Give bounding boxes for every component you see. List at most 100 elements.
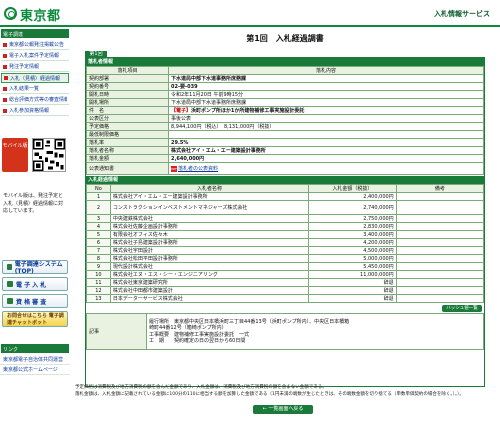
info-value: 8,944,100円（税込） 8,131,000円（税抜） (168, 122, 484, 131)
info-label: 公表区分 (86, 114, 169, 123)
sidebar-item[interactable]: 総合評価方式等の審査情報 (1, 95, 69, 105)
bid-name: 株式会社アイ・エム・エー建築設計事務所 (109, 192, 310, 201)
bid-no: 2 (86, 200, 111, 215)
sidebar-item[interactable]: 入札結果一覧 (1, 84, 69, 94)
bid-no: 1 (86, 192, 111, 201)
bid-no: 12 (86, 286, 111, 295)
info-value-text: 2,640,000円 (171, 156, 205, 162)
memo-content: 履行場所 東京都中央区日本橋浜町三丁目44番13号（浜町ポンプ所内）、中央区日本… (146, 313, 484, 350)
bid-name: 株式会社宇田設計 (109, 246, 310, 255)
result-frame: 落札者情報 落札項目 落札内容 契約部署 下水道局中部下水道事務所庶務課 契約番号 0… (85, 57, 485, 387)
info-header-item: 落札項目 (86, 66, 169, 75)
bid-amount: 5,000,000円 (308, 254, 397, 263)
info-row: 契約部署 下水道局中部下水道事務所庶務課 (86, 74, 484, 83)
bid-name: 中央建鉄株式会社 (109, 214, 310, 223)
bid-amount: 2,830,000円 (308, 222, 397, 231)
system-button[interactable]: 資 格 審 査 (2, 294, 68, 308)
bid-note (395, 192, 485, 201)
memo-label: 記事 (86, 313, 147, 350)
sidebar-item-label: 東京都公報発注掲載公告 (9, 42, 65, 48)
info-label: 契約番号 (86, 82, 169, 91)
link-item[interactable]: 東京都公式ホームページ (0, 365, 70, 375)
bid-amount: 4,200,000円 (308, 238, 397, 247)
bid-row: 10 株式会社エヌ・エス・シー・エンジニアリング 11,000,000円 (86, 270, 485, 279)
bid-amount: 4,500,000円 (308, 246, 397, 255)
bullet-icon (3, 97, 7, 102)
bid-name: 現代設計株式会社 (109, 262, 310, 271)
mobile-label: モバイル版 (2, 143, 28, 149)
logo-text: 東京都 (20, 9, 61, 24)
info-label: 落札金額 (86, 154, 169, 163)
info-value: 下水道局中部下水道事務所庶務課 (168, 98, 484, 107)
info-row: 落札者名称 株式会社アイ・エム・エー建築設計事務所 (86, 146, 484, 155)
bid-name: 株式会社東京建築研究所 (109, 278, 310, 287)
bid-note (395, 294, 485, 303)
bid-no: 9 (86, 262, 111, 271)
info-header-content: 落札内容 (168, 66, 484, 75)
chatbot-button[interactable]: お問合せはこちら 電子調達チャットボット (2, 311, 68, 327)
sidebar-item[interactable]: 入札（見積）経過情報 (1, 73, 69, 83)
bid-no: 8 (86, 254, 111, 263)
notice-link[interactable]: 落札者の公表資料 (178, 166, 218, 172)
sidebar-item[interactable]: 発注予定情報 (1, 62, 69, 72)
sidebar-item-label: 入札結果一覧 (9, 86, 40, 92)
back-to-list-button[interactable]: ← 一覧画面へ戻る (253, 405, 313, 414)
bid-amount: 2,750,000円 (308, 214, 397, 223)
bid-name: 有限会社オフィス佐々木 (109, 230, 310, 239)
bid-note (395, 238, 485, 247)
bid-row: 6 株式会社子島建築設計事務所 4,200,000円 (86, 238, 485, 247)
info-row: 開札日時 令和2年11月20日 午前9時15分 (86, 90, 484, 99)
tokyo-logo[interactable]: 東京都 (2, 3, 68, 24)
info-row: 件 名【電子】浜町ポンプ所ほか1か所建物補修工事実施設計委託 (86, 106, 484, 115)
tokyo-emblem-icon (4, 7, 17, 20)
info-value: 【電子】浜町ポンプ所ほか1か所建物補修工事実施設計委託 (168, 106, 484, 115)
bid-amount: 辞退 (308, 294, 397, 303)
bid-row: 5 有限会社オフィス佐々木 3,400,000円 (86, 230, 485, 239)
bid-name: 株式会社中田都市建築設計 (109, 286, 310, 295)
bid-amount: 2,740,000円 (308, 200, 397, 215)
info-row: 公表区分 事後公表 (86, 114, 484, 123)
info-label: 開札場所 (86, 98, 169, 107)
bid-row: 1 株式会社アイ・エム・エー建築設計事務所 2,400,000円 (86, 192, 485, 201)
bid-row: 7 株式会社宇田設計 4,500,000円 (86, 246, 485, 255)
bullet-icon (3, 42, 7, 47)
bid-amount: 2,400,000円 (308, 192, 397, 201)
bid-row: 2 コンストラクションインベストメントマネジャーズ株式会社 2,740,000円 (86, 200, 485, 215)
bid-header-name: 入札者名称 (109, 184, 310, 193)
sidebar-item[interactable]: 入札参加資格情報 (1, 106, 69, 116)
info-value-text: 事後公表 (171, 116, 192, 122)
info-label: 落札者名称 (86, 146, 169, 155)
mobile-button[interactable]: モバイル版 (2, 138, 28, 172)
bullet-icon (3, 86, 7, 91)
info-value: 事後公表 (168, 114, 484, 123)
sidebar-item-label: 入札（見積）経過情報 (10, 75, 61, 82)
hash-list-button[interactable]: ハッシュ値一覧 (442, 305, 482, 312)
sidebar-menu-title: 電子調達 (1, 29, 69, 38)
bid-amount: 辞退 (308, 278, 397, 287)
bid-amount: 11,000,000円 (308, 270, 397, 279)
sidebar-item-label: 総合評価方式等の審査情報 (9, 97, 67, 103)
links-title: リンク (1, 344, 69, 353)
info-value (168, 130, 484, 139)
bid-row: 8 株式会社松田平田設計事務所 5,000,000円 (86, 254, 485, 263)
bid-name: 株式会社佐藤企画設計事務所 (109, 222, 310, 231)
bid-note (395, 230, 485, 239)
bid-no: 13 (86, 294, 111, 303)
system-button-label: 資 格 審 査 (16, 298, 47, 306)
system-button[interactable]: 電 子 入 札 (2, 277, 68, 291)
system-button[interactable]: 電子調達システム(TOP) (2, 260, 68, 275)
info-value-text: 02-要-039 (171, 84, 198, 90)
qr-code-icon (32, 138, 66, 172)
system-icon (7, 281, 13, 287)
info-label: 落札率 (86, 138, 169, 147)
info-row: 落札率 29.5% (86, 138, 484, 147)
bid-name: 日本データーサービス株式会社 (109, 294, 310, 303)
site-header: 東京都 入札情報サービス (0, 0, 500, 27)
sidebar-item[interactable]: 電子入札案件予定情報 (1, 51, 69, 61)
electronic-tag: 【電子】 (171, 108, 192, 114)
bid-no: 7 (86, 246, 111, 255)
bid-note (395, 246, 485, 255)
mobile-section: モバイル版 (2, 138, 68, 174)
link-item[interactable]: 東京都電子自治体共同運営 (0, 355, 70, 365)
sidebar-item[interactable]: 東京都公報発注掲載公告 (1, 40, 69, 50)
